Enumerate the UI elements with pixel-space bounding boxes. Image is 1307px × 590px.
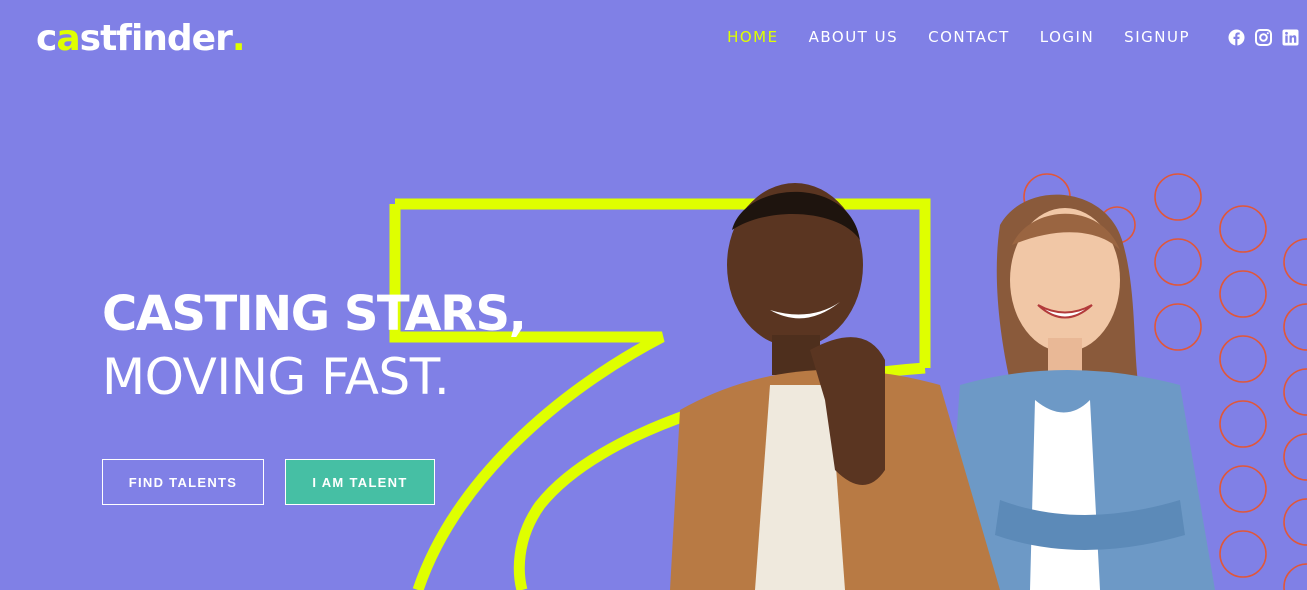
hero-title-line-1: CASTING STARS, bbox=[102, 286, 527, 342]
nav-about-us[interactable]: ABOUT US bbox=[809, 28, 899, 46]
find-talents-button[interactable]: FIND TALENTS bbox=[102, 459, 264, 505]
nav-signup[interactable]: SIGNUP bbox=[1124, 28, 1190, 46]
logo-text-prefix: c bbox=[36, 18, 57, 59]
logo-text-suffix: stfinder bbox=[79, 18, 233, 59]
man-figure bbox=[670, 183, 1000, 590]
linkedin-icon[interactable] bbox=[1282, 29, 1299, 46]
castfinder-logo[interactable]: c a stfinder . bbox=[36, 18, 246, 59]
logo-dot: . bbox=[231, 18, 246, 59]
nav-home[interactable]: HOME bbox=[727, 28, 779, 46]
woman-figure bbox=[945, 194, 1215, 590]
hero-title-line-2: MOVING FAST. bbox=[102, 348, 450, 406]
i-am-talent-button[interactable]: I AM TALENT bbox=[285, 459, 435, 505]
nav-login[interactable]: LOGIN bbox=[1040, 28, 1094, 46]
facebook-icon[interactable] bbox=[1228, 29, 1245, 46]
social-links bbox=[1228, 29, 1299, 46]
nav-contact[interactable]: CONTACT bbox=[928, 28, 1010, 46]
main-nav: HOME ABOUT US CONTACT LOGIN SIGNUP bbox=[727, 28, 1190, 46]
landing-page: c a stfinder . HOME ABOUT US CONTACT LOG… bbox=[0, 0, 1307, 590]
hero-people-image bbox=[670, 183, 1215, 590]
instagram-icon[interactable] bbox=[1255, 29, 1272, 46]
logo-accent-letter: a bbox=[56, 18, 80, 59]
